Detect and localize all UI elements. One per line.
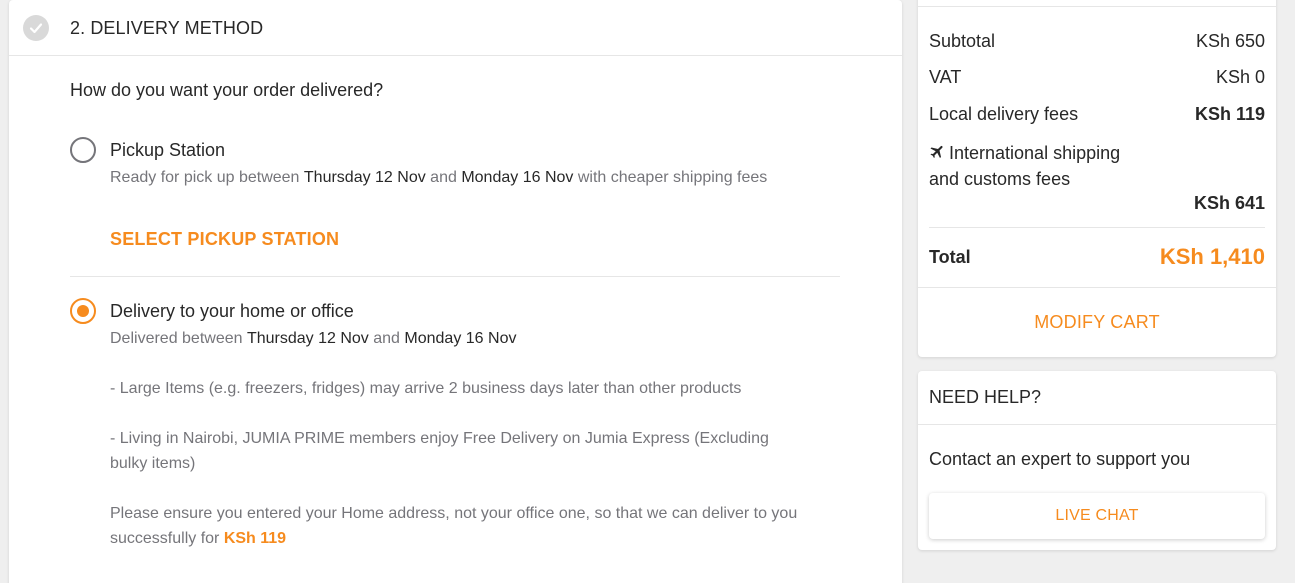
nairobi-prime-note: - Living in Nairobi, JUMIA PRIME members…: [110, 430, 769, 472]
home-date-to: Monday 16 Nov: [404, 330, 517, 347]
home-date-from: Thursday 12 Nov: [246, 330, 369, 347]
select-pickup-station-link[interactable]: SELECT PICKUP STATION: [110, 229, 339, 250]
need-help-card: NEED HELP? Contact an expert to support …: [918, 371, 1276, 550]
home-delivery-title[interactable]: Delivery to your home or office: [110, 301, 354, 322]
help-divider: [918, 424, 1276, 425]
modify-divider: [918, 287, 1276, 288]
pickup-station-title[interactable]: Pickup Station: [110, 140, 225, 161]
pickup-station-radio[interactable]: [70, 137, 96, 163]
pickup-station-description: Ready for pick up between Thursday 12 No…: [110, 169, 768, 186]
order-summary-card: Subtotal KSh 650 VAT KSh 0 Local deliver…: [918, 0, 1276, 357]
delivery-fee-amount: KSh 119: [223, 530, 287, 547]
live-chat-button[interactable]: LIVE CHAT: [929, 493, 1265, 539]
need-help-title: NEED HELP?: [929, 387, 1042, 407]
home-delivery-radio[interactable]: [70, 298, 96, 324]
vat-value: KSh 0: [1215, 67, 1265, 87]
check-circle-icon: [23, 15, 49, 41]
delivery-method-title: 2. DELIVERY METHOD: [70, 18, 264, 38]
home-address-note: Please ensure you entered your Home addr…: [110, 505, 798, 547]
delivery-question: How do you want your order delivered?: [70, 80, 384, 100]
delivery-method-card: 2. DELIVERY METHOD How do you want your …: [9, 0, 902, 583]
airplane-icon: [930, 145, 943, 159]
total-divider: [929, 227, 1265, 228]
pickup-date-to: Monday 16 Nov: [461, 169, 574, 186]
options-divider: [70, 276, 840, 277]
total-label: Total: [929, 247, 971, 267]
international-fees-value: KSh 641: [1193, 193, 1265, 213]
subtotal-value: KSh 650: [1195, 31, 1265, 51]
delivery-method-header: 2. DELIVERY METHOD: [9, 0, 902, 56]
home-delivery-description: Delivered between Thursday 12 Nov and Mo…: [110, 330, 517, 347]
large-items-note: - Large Items (e.g. freezers, fridges) m…: [110, 380, 742, 397]
vat-label: VAT: [929, 67, 962, 87]
total-value: KSh 1,410: [1159, 244, 1265, 269]
pickup-date-from: Thursday 12 Nov: [303, 169, 426, 186]
local-delivery-label: Local delivery fees: [929, 104, 1079, 124]
subtotal-label: Subtotal: [929, 31, 996, 51]
international-fees-label: International shipping and customs fees: [929, 143, 1121, 189]
summary-top-divider: [918, 6, 1276, 7]
modify-cart-button[interactable]: MODIFY CART: [918, 312, 1276, 333]
help-text: Contact an expert to support you: [929, 449, 1191, 469]
local-delivery-value: KSh 119: [1194, 104, 1265, 124]
